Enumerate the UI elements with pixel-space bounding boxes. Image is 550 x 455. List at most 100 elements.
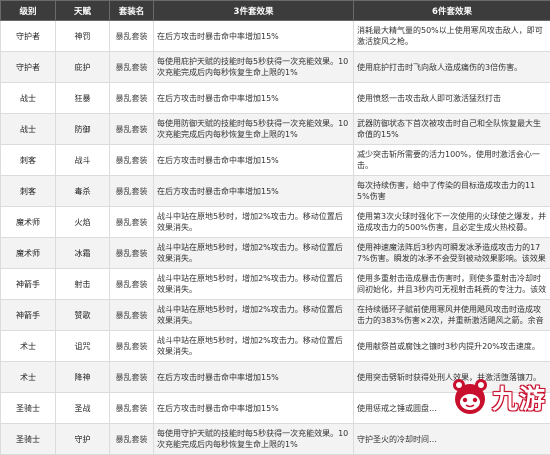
cell-set-name: 暴乱套装 [110, 362, 154, 393]
jiuyou-logo-icon [450, 377, 490, 417]
cell-set3-effect: 战斗中站在原地5秒时，增加2%攻击力。移动位置后效果消失。 [154, 207, 354, 238]
table-row: 魔术师火焰暴乱套装战斗中站在原地5秒时，增加2%攻击力。移动位置后效果消失。使用… [1, 207, 550, 238]
cell-set6-effect: 减少突击斩所需要的活力100%，使用时激活会心一击。 [354, 145, 550, 176]
cell-talent: 射击 [56, 269, 110, 300]
table-header-row: 级别 天赋 套装名 3件套效果 6件套效果 [1, 1, 550, 21]
cell-set6-effect-text: 使用献祭首或腐蚀之镰时3秒内提升20%攻击速度。 [357, 341, 547, 352]
cell-class: 战士 [1, 83, 56, 114]
cell-class: 刺客 [1, 176, 56, 207]
header-class: 级别 [1, 1, 56, 21]
cell-set3-effect-text: 在后方攻击时暴击命中率增加15% [157, 403, 350, 414]
cell-talent: 战斗 [56, 145, 110, 176]
cell-class: 神箭手 [1, 269, 56, 300]
cell-set6-effect: 每次持续伤害，给中了传染的目标造成攻击力的115%伤害 [354, 176, 550, 207]
cell-class: 术士 [1, 362, 56, 393]
cell-talent: 诅咒 [56, 331, 110, 362]
cell-set3-effect-text: 在后方攻击时暴击命中率增加15% [157, 186, 350, 197]
cell-set6-effect: 使用第3次火球时强化下一次使用的火球使之爆发，并造成攻击力的500%伤害，且必定… [354, 207, 550, 238]
cell-set6-effect-text: 每次持续伤害，给中了传染的目标造成攻击力的115%伤害 [357, 180, 547, 202]
cell-class: 刺客 [1, 145, 56, 176]
cell-set3-effect-text: 在后方攻击时暴击命中率增加15% [157, 155, 350, 166]
cell-set6-effect: 使用庇护打击时飞向敌人造成痛伤的3倍伤害。 [354, 52, 550, 83]
cell-set-name: 暴乱套装 [110, 424, 154, 455]
cell-class: 圣骑士 [1, 424, 56, 455]
watermark-text: 九游 [492, 379, 546, 416]
cell-set3-effect-text: 战斗中站在原地5秒时，增加2%攻击力。移动位置后效果消失。 [157, 273, 350, 295]
cell-set-name: 暴乱套装 [110, 52, 154, 83]
header-set3: 3件套效果 [154, 1, 354, 21]
table-row: 术士诅咒暴乱套装战斗中站在原地5秒时，增加2%攻击力。移动位置后效果消失。使用献… [1, 331, 550, 362]
cell-set-name: 暴乱套装 [110, 393, 154, 424]
cell-set-name: 暴乱套装 [110, 331, 154, 362]
cell-set6-effect-text: 消耗最大精气量的50%以上使用寒风攻击敌人，即可激活旋风之枪。 [357, 25, 547, 47]
cell-class: 圣骑士 [1, 393, 56, 424]
cell-class: 术士 [1, 331, 56, 362]
cell-set3-effect: 在后方攻击时暴击命中率增加15% [154, 21, 354, 52]
cell-set-name: 暴乱套装 [110, 114, 154, 145]
cell-set-name: 暴乱套装 [110, 176, 154, 207]
cell-set3-effect-text: 战斗中站在原地5秒时，增加2%攻击力。移动位置后效果消失。 [157, 211, 350, 233]
cell-set3-effect: 在后方攻击时暴击命中率增加15% [154, 176, 354, 207]
cell-class: 魔术师 [1, 238, 56, 269]
cell-set-name: 暴乱套装 [110, 269, 154, 300]
cell-set6-effect-text: 使用庇护打击时飞向敌人造成痛伤的3倍伤害。 [357, 62, 547, 73]
cell-set3-effect-text: 在后方攻击时暴击命中率增加15% [157, 31, 350, 42]
table-row: 刺客战斗暴乱套装在后方攻击时暴击命中率增加15% 减少突击斩所需要的活力100%，… [1, 145, 550, 176]
cell-talent: 降神 [56, 362, 110, 393]
cell-class: 神箭手 [1, 300, 56, 331]
cell-talent: 防御 [56, 114, 110, 145]
cell-set3-effect: 在后方攻击时暴击命中率增加15% [154, 393, 354, 424]
cell-set6-effect: 使用神速魔法阵后3秒内可瞬发冰矛造成攻击力的177%伤害。瞬发的冰矛不会受到被动… [354, 238, 550, 269]
cell-talent: 神罚 [56, 21, 110, 52]
cell-talent: 庇护 [56, 52, 110, 83]
cell-class: 守护者 [1, 21, 56, 52]
table-row: 魔术师冰霜暴乱套装战斗中站在原地5秒时，增加2%攻击力。移动位置后效果消失。使用… [1, 238, 550, 269]
cell-set6-effect: 守护圣火的冷却时间… [354, 424, 550, 455]
cell-set3-effect: 战斗中站在原地5秒时，增加2%攻击力。移动位置后效果消失。 [154, 300, 354, 331]
cell-set3-effect-text: 每使用守护天赋的技能时每5秒获得一次充能效果。10次充能完成后内每秒恢复生命上限… [157, 428, 350, 450]
cell-set6-effect-text: 使用第3次火球时强化下一次使用的火球使之爆发，并造成攻击力的500%伤害，且必定… [357, 211, 547, 233]
cell-talent: 毒杀 [56, 176, 110, 207]
cell-set3-effect: 每使用防御天赋的技能时每5秒获得一次充能效果。10次充能完成后内每秒恢复生命上限… [154, 114, 354, 145]
cell-set6-effect-text: 使用愤怒一击攻击敌人即可激活猛烈打击 [357, 93, 547, 104]
cell-set-name: 暴乱套装 [110, 21, 154, 52]
cell-set3-effect: 在后方攻击时暴击命中率增加15% [154, 362, 354, 393]
table-row: 神箭手赞歌暴乱套装战斗中站在原地5秒时，增加2%攻击力。移动位置后效果消失。在持… [1, 300, 550, 331]
cell-set-name: 暴乱套装 [110, 83, 154, 114]
cell-talent: 守护 [56, 424, 110, 455]
cell-set-name: 暴乱套装 [110, 238, 154, 269]
cell-talent: 赞歌 [56, 300, 110, 331]
cell-set6-effect-text: 守护圣火的冷却时间… [357, 434, 547, 445]
cell-talent: 狂暴 [56, 83, 110, 114]
cell-set3-effect: 战斗中站在原地5秒时，增加2%攻击力。移动位置后效果消失。 [154, 269, 354, 300]
cell-set6-effect-text: 武器防御状态下首次被攻击时自己和全队恢复最大生命值的15% [357, 118, 547, 140]
cell-set3-effect-text: 在后方攻击时暴击命中率增加15% [157, 93, 350, 104]
cell-set6-effect: 在持续循环子赋前使用寒风并使用飓风攻击时造成攻击力的383%伤害×2次，并重新激… [354, 300, 550, 331]
cell-class: 战士 [1, 114, 56, 145]
table-row: 神箭手射击暴乱套装战斗中站在原地5秒时，增加2%攻击力。移动位置后效果消失。使用… [1, 269, 550, 300]
cell-set3-effect-text: 每使用防御天赋的技能时每5秒获得一次充能效果。10次充能完成后内每秒恢复生命上限… [157, 118, 350, 140]
cell-set3-effect: 每使用庇护天赋的技能时每5秒获得一次充能效果。10次充能完成后内每秒恢复生命上限… [154, 52, 354, 83]
cell-set3-effect-text: 战斗中站在原地5秒时，增加2%攻击力。移动位置后效果消失。 [157, 242, 350, 264]
cell-set6-effect: 使用献祭首或腐蚀之镰时3秒内提升20%攻击速度。 [354, 331, 550, 362]
table-row: 刺客毒杀暴乱套装在后方攻击时暴击命中率增加15% 每次持续伤害，给中了传染的目标造… [1, 176, 550, 207]
jiuyou-watermark: 九游 [450, 377, 546, 417]
cell-set3-effect-text: 每使用庇护天赋的技能时每5秒获得一次充能效果。10次充能完成后内每秒恢复生命上限… [157, 56, 350, 78]
table-row: 守护者神罚暴乱套装在后方攻击时暴击命中率增加15% 消耗最大精气量的50%以上使用… [1, 21, 550, 52]
cell-set6-effect-text: 使用多重射击造成暴击伤害时，则使多重射击冷却时间初始化，并且3秒内可无视射击耗费… [357, 273, 547, 295]
cell-class: 魔术师 [1, 207, 56, 238]
header-set-name: 套装名 [110, 1, 154, 21]
table-row: 战士狂暴暴乱套装在后方攻击时暴击命中率增加15% 使用愤怒一击攻击敌人即可激活猛烈… [1, 83, 550, 114]
cell-set3-effect: 战斗中站在原地5秒时，增加2%攻击力。移动位置后效果消失。 [154, 238, 354, 269]
cell-set-name: 暴乱套装 [110, 207, 154, 238]
cell-talent: 圣战 [56, 393, 110, 424]
cell-talent: 火焰 [56, 207, 110, 238]
table-row: 守护者庇护暴乱套装每使用庇护天赋的技能时每5秒获得一次充能效果。10次充能完成后… [1, 52, 550, 83]
cell-set3-effect: 战斗中站在原地5秒时，增加2%攻击力。移动位置后效果消失。 [154, 331, 354, 362]
cell-set-name: 暴乱套装 [110, 145, 154, 176]
cell-class: 守护者 [1, 52, 56, 83]
cell-talent: 冰霜 [56, 238, 110, 269]
cell-set3-effect: 在后方攻击时暴击命中率增加15% [154, 83, 354, 114]
cell-set3-effect-text: 战斗中站在原地5秒时，增加2%攻击力。移动位置后效果消失。 [157, 304, 350, 326]
cell-set3-effect-text: 战斗中站在原地5秒时，增加2%攻击力。移动位置后效果消失。 [157, 335, 350, 357]
